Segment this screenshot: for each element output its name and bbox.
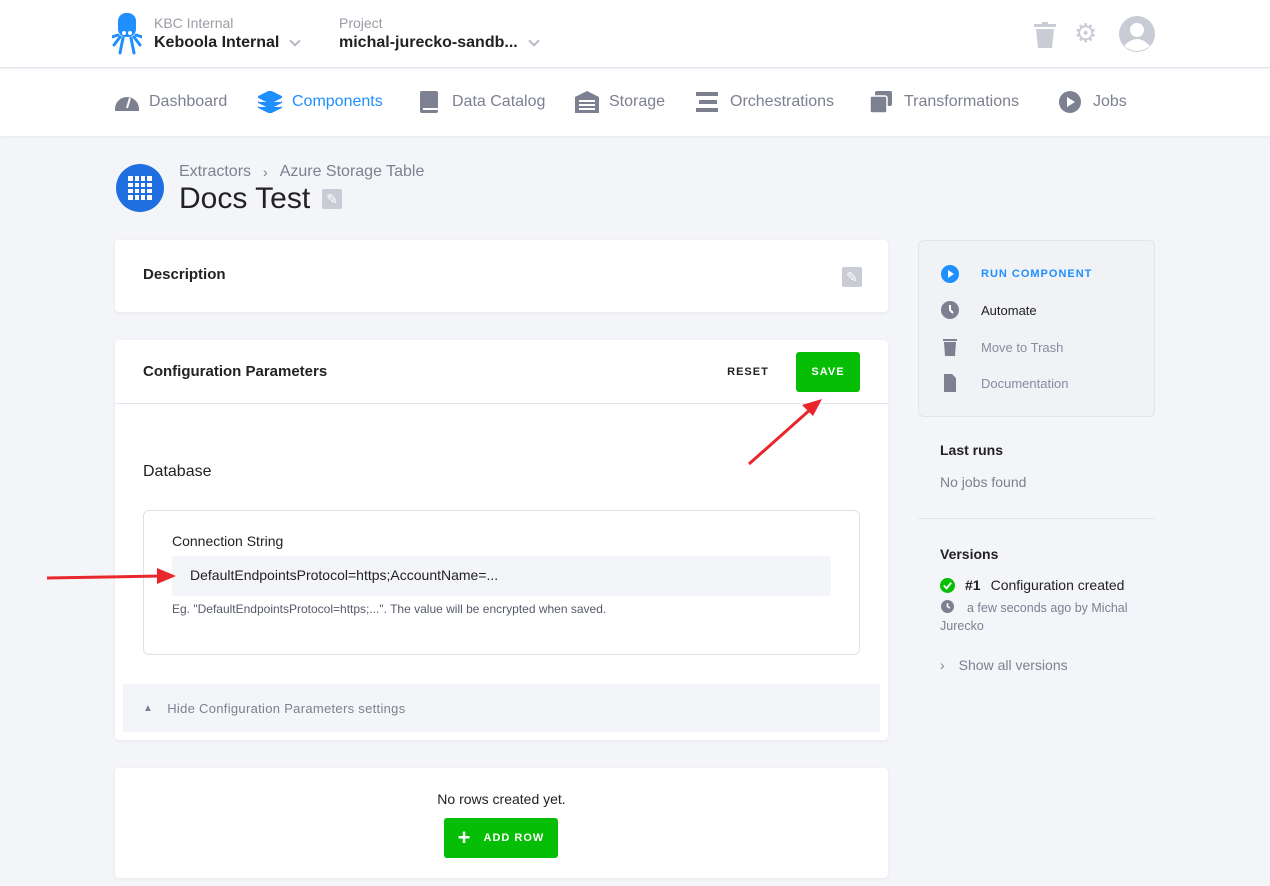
config-title: Configuration Parameters bbox=[143, 363, 328, 380]
project-label: Project bbox=[339, 15, 383, 31]
show-all-versions-link[interactable]: › Show all versions bbox=[940, 657, 1068, 673]
nav-label: Data Catalog bbox=[452, 93, 546, 110]
nav-data-catalog[interactable]: Data Catalog bbox=[418, 91, 545, 113]
warehouse-icon bbox=[575, 91, 599, 113]
automate-button[interactable]: Automate bbox=[941, 301, 1037, 319]
trash-icon[interactable] bbox=[1034, 22, 1056, 48]
description-title: Description bbox=[143, 266, 226, 283]
action-label: Move to Trash bbox=[981, 339, 1064, 355]
clock-icon bbox=[941, 301, 959, 319]
page-title-row: Docs Test ✎ bbox=[179, 182, 343, 216]
nav-label: Storage bbox=[609, 93, 666, 110]
last-runs-empty: No jobs found bbox=[940, 474, 1027, 490]
window-icon bbox=[870, 91, 892, 113]
divider bbox=[115, 403, 888, 404]
top-bar: KBC Internal Keboola Internal Project mi… bbox=[0, 0, 1270, 68]
action-label: Automate bbox=[981, 302, 1037, 318]
component-table-icon bbox=[116, 164, 164, 212]
hide-settings-toggle[interactable]: ▲ Hide Configuration Parameters settings bbox=[123, 684, 880, 732]
breadcrumb-extractors[interactable]: Extractors bbox=[179, 163, 251, 181]
nav-transformations[interactable]: Transformations bbox=[870, 91, 1019, 113]
chevron-up-icon: ▲ bbox=[143, 702, 154, 714]
show-all-label: Show all versions bbox=[958, 657, 1068, 673]
database-fieldset: Connection String DefaultEndpointsProtoc… bbox=[143, 510, 860, 655]
no-rows-text: No rows created yet. bbox=[437, 791, 566, 807]
connection-string-help: Eg. "DefaultEndpointsProtocol=https;..."… bbox=[172, 602, 607, 616]
edit-description-icon[interactable]: ✎ bbox=[842, 267, 862, 287]
move-to-trash-button[interactable]: Move to Trash bbox=[941, 338, 1063, 356]
reset-button[interactable]: RESET bbox=[715, 352, 781, 392]
config-card: Configuration Parameters RESET SAVE Data… bbox=[115, 340, 888, 740]
chevron-right-icon: › bbox=[263, 164, 268, 180]
keboola-logo-icon[interactable] bbox=[112, 13, 142, 55]
version-description: Configuration created bbox=[990, 577, 1125, 593]
version-item[interactable]: #1 Configuration created bbox=[940, 577, 1124, 593]
project-name: michal-jurecko-sandb... bbox=[339, 34, 518, 51]
play-circle-icon bbox=[941, 265, 959, 283]
gear-icon[interactable]: ⚙ bbox=[1074, 19, 1097, 47]
connection-string-input[interactable]: DefaultEndpointsProtocol=https;AccountNa… bbox=[172, 556, 831, 596]
breadcrumb-component[interactable]: Azure Storage Table bbox=[280, 163, 425, 181]
save-button[interactable]: SAVE bbox=[796, 352, 860, 392]
version-meta: a few seconds ago by Michal Jurecko bbox=[940, 601, 1128, 633]
add-row-label: ADD ROW bbox=[483, 832, 545, 844]
nav-storage[interactable]: Storage bbox=[575, 91, 665, 113]
book-icon bbox=[420, 91, 438, 113]
trash-icon bbox=[943, 339, 957, 356]
nav-label: Components bbox=[292, 93, 383, 110]
nav-components[interactable]: Components bbox=[258, 91, 383, 113]
nav-label: Dashboard bbox=[149, 93, 228, 110]
avatar[interactable] bbox=[1119, 16, 1155, 52]
chevron-down-icon bbox=[289, 35, 302, 47]
nav-dashboard[interactable]: Dashboard bbox=[115, 91, 227, 113]
versions-title: Versions bbox=[940, 546, 999, 562]
page-title: Docs Test bbox=[179, 182, 311, 215]
last-runs-title: Last runs bbox=[940, 442, 1004, 458]
documentation-link[interactable]: Documentation bbox=[941, 374, 1068, 392]
nav-jobs[interactable]: Jobs bbox=[1059, 91, 1127, 113]
org-label: KBC Internal bbox=[154, 15, 234, 31]
chevron-down-icon bbox=[528, 35, 540, 47]
org-selector[interactable]: Keboola Internal bbox=[154, 34, 302, 52]
run-component-button[interactable]: RUN COMPONENT bbox=[941, 265, 1092, 283]
bars-icon bbox=[696, 92, 718, 112]
nav-label: Transformations bbox=[904, 93, 1019, 110]
main-nav: Dashboard Components Data Catalog Storag… bbox=[0, 69, 1270, 136]
check-circle-icon bbox=[940, 577, 955, 593]
add-row-button[interactable]: + ADD ROW bbox=[444, 818, 558, 858]
play-icon bbox=[1059, 91, 1081, 113]
gauge-icon bbox=[115, 97, 139, 111]
connection-string-label: Connection String bbox=[172, 533, 284, 549]
rows-card: No rows created yet. + ADD ROW bbox=[115, 768, 888, 878]
plus-icon: + bbox=[457, 825, 472, 850]
org-name: Keboola Internal bbox=[154, 34, 280, 51]
chevron-right-icon: › bbox=[940, 657, 945, 673]
breadcrumb: Extractors › Azure Storage Table bbox=[179, 163, 424, 181]
edit-icon[interactable]: ✎ bbox=[322, 189, 343, 209]
action-label: Documentation bbox=[981, 375, 1069, 391]
nav-orchestrations[interactable]: Orchestrations bbox=[696, 91, 834, 113]
layers-icon bbox=[258, 91, 282, 113]
version-number: #1 bbox=[965, 577, 981, 593]
nav-label: Jobs bbox=[1093, 93, 1127, 110]
actions-panel: RUN COMPONENT Automate Move to Trash Doc… bbox=[918, 240, 1155, 417]
action-label: RUN COMPONENT bbox=[981, 268, 1093, 280]
project-selector[interactable]: michal-jurecko-sandb... bbox=[339, 34, 540, 52]
description-card: Description ✎ bbox=[115, 240, 888, 312]
document-icon bbox=[944, 374, 956, 392]
toggle-label: Hide Configuration Parameters settings bbox=[167, 700, 406, 716]
nav-label: Orchestrations bbox=[730, 93, 835, 110]
divider bbox=[918, 518, 1155, 519]
section-title: Database bbox=[143, 463, 212, 480]
